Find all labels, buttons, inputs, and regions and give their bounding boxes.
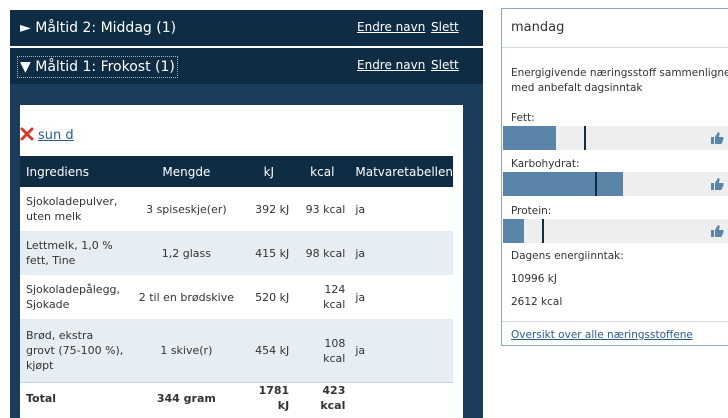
table-row: Brød, ekstra grovt (75-100 %), kjøpt 1 s… [20,319,453,383]
kj-cell: 520 kJ [242,275,294,319]
recipe-name-link[interactable]: sun d [38,128,74,143]
col-header-kj: kJ [242,156,294,187]
amount-cell: 3 spiseskje(er) [124,187,243,231]
carb-bar-fill [503,172,623,196]
total-kcal: 423 kcal [293,382,350,413]
rename-breakfast-link[interactable]: Endre navn [357,58,425,72]
delete-dinner-link[interactable]: Slett [431,20,459,34]
food-table-cell: ja [349,319,453,383]
col-header-food-table: Matvaretabellen [349,156,453,187]
food-table-cell: ja [349,187,453,231]
all-nutrients-overview-link[interactable]: Oversikt over alle næringsstoffene [511,329,693,341]
total-label: Total [20,382,125,413]
thumbs-up-icon [711,178,724,190]
col-header-kcal: kcal [293,156,350,187]
carb-label: Karbohydrat: [511,158,580,170]
meal-title-breakfast[interactable]: ▼ Måltid 1: Frokost (1) [17,56,178,78]
thumbs-up-icon [711,225,724,237]
fat-label: Fett: [511,112,535,124]
expand-arrow-icon[interactable]: ► [20,20,31,36]
food-table-cell: ja [349,275,453,319]
recipe-card: sun d Ingrediens Mengde kJ kcal Matvaret… [20,105,463,418]
carb-bar [503,172,728,196]
protein-bar-fill [503,219,524,243]
total-kj: 1781 kJ [242,382,294,413]
table-row: Sjokoladepålegg, Sjokade 2 til en brødsk… [20,275,453,319]
ingredient-cell: Sjokoladepålegg, Sjokade [20,275,125,319]
energy-kcal-value: 2612 kcal [511,296,563,308]
collapse-arrow-icon[interactable]: ▼ [20,59,31,75]
total-amount: 344 gram [124,382,243,413]
protein-label: Protein: [511,205,552,217]
kcal-cell: 98 kcal [293,231,350,275]
day-label: mandag [511,20,565,35]
kj-cell: 415 kJ [242,231,294,275]
rename-dinner-link[interactable]: Endre navn [357,20,425,34]
energy-intake-label: Dagens energiinntak: [511,250,624,262]
total-food-table [349,382,453,413]
kcal-cell: 124 kcal [293,275,350,319]
fat-bar-fill [503,126,556,150]
kcal-cell: 108 kcal [293,319,350,383]
meal-body-breakfast: sun d Ingrediens Mengde kJ kcal Matvaret… [10,84,483,418]
col-header-amount: Mengde [124,156,243,187]
divider [502,47,728,48]
amount-cell: 2 til en brødskive [124,275,243,319]
delete-breakfast-link[interactable]: Slett [431,58,459,72]
table-row: Sjokoladepulver, uten melk 3 spiseskje(e… [20,187,453,231]
meal-title-dinner[interactable]: ► Måltid 2: Middag (1) [20,20,176,36]
kj-cell: 392 kJ [242,187,294,231]
kj-cell: 454 kJ [242,319,294,383]
amount-cell: 1 skive(r) [124,319,243,383]
meal-header-breakfast[interactable]: ▼ Måltid 1: Frokost (1) Endre navn Slett [10,48,483,84]
remove-x-icon[interactable] [20,127,34,141]
nutrition-summary-panel: mandag Energigivende næringsstoff sammen… [501,8,728,346]
ingredient-cell: Sjokoladepulver, uten melk [20,187,125,231]
divider [502,321,728,322]
meal-header-dinner[interactable]: ► Måltid 2: Middag (1) Endre navn Slett [10,10,483,46]
table-row: Lettmelk, 1,0 % fett, Tine 1,2 glass 415… [20,231,453,275]
thumbs-up-icon [711,132,724,144]
ingredient-cell: Lettmelk, 1,0 % fett, Tine [20,231,125,275]
ingredients-table: Ingrediens Mengde kJ kcal Matvaretabelle… [20,156,453,413]
carb-bar-marker [595,172,597,196]
ingredient-cell: Brød, ekstra grovt (75-100 %), kjøpt [20,319,125,383]
nutrient-intro-text: Energigivende næringsstoff sammenlignet … [511,67,728,94]
total-row: Total 344 gram 1781 kJ 423 kcal [20,382,453,413]
kcal-cell: 93 kcal [293,187,350,231]
protein-bar [503,219,728,243]
meal-column: ► Måltid 2: Middag (1) Endre navn Slett … [10,0,483,418]
fat-bar-marker [584,126,586,150]
amount-cell: 1,2 glass [124,231,243,275]
col-header-ingredient: Ingrediens [20,156,125,187]
fat-bar [503,126,728,150]
protein-bar-marker [542,219,544,243]
energy-kj-value: 10996 kJ [511,273,557,285]
food-table-cell: ja [349,231,453,275]
